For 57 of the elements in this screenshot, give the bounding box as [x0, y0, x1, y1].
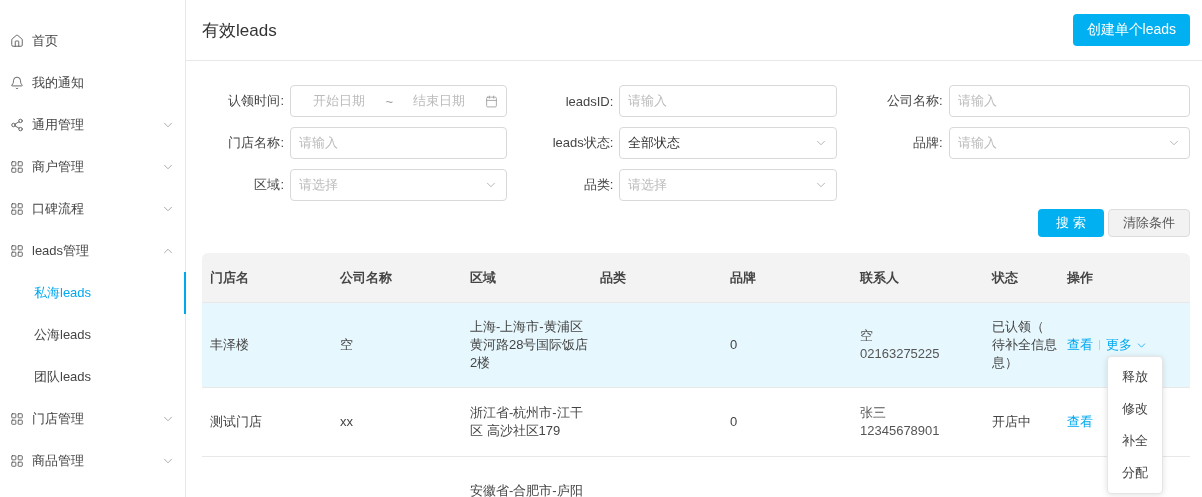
field-label: 公司名称: [886, 92, 944, 110]
table-cell-text: 丰泽楼 [210, 336, 249, 354]
clear-button[interactable]: 清除条件 [1108, 209, 1190, 237]
column-header: 门店名 [210, 268, 250, 287]
table-cell-text: 0 [730, 336, 738, 354]
share-icon [10, 118, 24, 132]
sidebar-item[interactable]: 门店管理 [0, 398, 185, 440]
region-cell-text: 安徽省-合肥市-庐阳 [470, 482, 583, 497]
bell-icon [10, 76, 24, 90]
menu-item[interactable]: 补全 [1108, 425, 1162, 457]
sidebar-item[interactable]: 商品管理 [0, 440, 185, 482]
table-cell-text: 测试门店 [210, 413, 262, 431]
column-header: 操作 [1067, 268, 1094, 287]
table-cell-text: 空 [340, 336, 353, 354]
sidebar-item[interactable]: 商户管理 [0, 146, 185, 188]
calendar-icon [485, 94, 499, 108]
grid-icon [10, 412, 24, 426]
sidebar-item[interactable]: 首页 [0, 20, 185, 62]
grid-icon [10, 244, 24, 258]
contact-name: 张三 [860, 404, 887, 422]
field-label: leadsID: [564, 93, 615, 109]
table-cell-text: xx [340, 413, 353, 431]
sidebar-item[interactable]: 通用管理 [0, 104, 185, 146]
field-label: 品牌: [912, 134, 944, 152]
table-cell-text: 0 [730, 413, 738, 431]
home-icon [10, 34, 24, 48]
sidebar-item[interactable]: 我的通知 [0, 62, 185, 104]
sidebar-item[interactable]: 口碑流程 [0, 188, 185, 230]
menu-item[interactable]: 修改 [1108, 393, 1162, 425]
region-cell-text: 上海-上海市-黄浦区 黄河路28号国际饭店 2楼 [470, 318, 589, 372]
menu-item[interactable]: 分配 [1108, 457, 1162, 489]
menu-item[interactable]: 释放 [1108, 361, 1162, 393]
column-header: 状态 [992, 268, 1019, 287]
sidebar-subitem[interactable]: 团队leads [0, 356, 186, 398]
region-cell-text: 浙江省-杭州市-江干 区 高沙社区179 [470, 404, 583, 440]
column-header: 品牌 [730, 268, 757, 287]
field-label: 门店名称: [227, 134, 285, 152]
grid-icon [10, 454, 24, 468]
status-cell-text: 已认领（ 待补全信息 息） [992, 318, 1057, 372]
column-header: 区域 [470, 268, 497, 287]
field-label: 认领时间: [227, 92, 285, 110]
grid-icon [10, 202, 24, 216]
column-header: 品类 [600, 268, 627, 287]
field-label: leads状态: [551, 134, 615, 152]
grid-icon [10, 160, 24, 174]
sidebar-item[interactable]: leads管理 [0, 230, 185, 272]
status-cell-text: 开店中 [992, 413, 1031, 431]
column-header: 联系人 [860, 268, 900, 287]
field-label: 品类: [582, 176, 615, 194]
contact-phone: 02163275225 [860, 345, 941, 363]
sidebar-subitem[interactable]: 公海leads [0, 314, 186, 356]
contact-name: 空 [860, 327, 874, 345]
select-field[interactable]: 全部状态 [619, 127, 837, 159]
page-title: 有效leads [202, 19, 277, 42]
column-header: 公司名称 [340, 268, 393, 287]
field-label: 区域: [253, 176, 285, 194]
contact-phone: 12345678901 [860, 422, 941, 440]
